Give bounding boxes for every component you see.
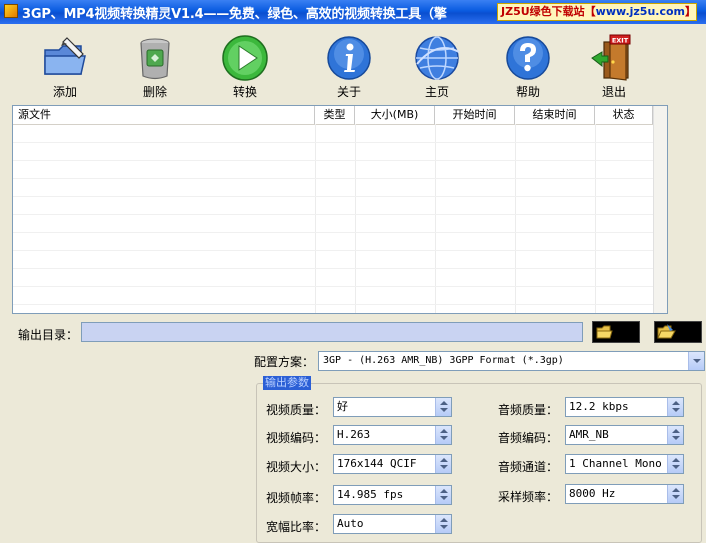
watermark-suffix: 】 <box>685 5 696 18</box>
open-folder-button[interactable] <box>654 321 702 343</box>
browse-folder-icon <box>596 325 613 339</box>
grid-line <box>355 124 356 313</box>
grid-line <box>435 124 436 313</box>
about-label: 关于 <box>336 85 361 99</box>
grid-line <box>515 124 516 313</box>
file-list-table[interactable]: 源文件 类型 大小(MB) 开始时间 结束时间 状态 <box>12 105 668 314</box>
globe-icon <box>413 34 461 82</box>
window-title: 3GP、MP4视频转换精灵V1.4——免费、绿色、高效的视频转换工具（擎 <box>22 7 447 22</box>
audio-quality-value: 12.2 kbps <box>569 400 629 413</box>
video-quality-select[interactable]: 好 <box>333 397 452 417</box>
config-scheme-label: 配置方案： <box>254 355 315 369</box>
audio-channel-select[interactable]: 1 Channel Mono <box>565 454 684 474</box>
spinner-icon[interactable] <box>435 398 451 416</box>
audio-quality-select[interactable]: 12.2 kbps <box>565 397 684 417</box>
output-params-title: 输出参数 <box>263 376 311 390</box>
spinner-icon[interactable] <box>435 426 451 444</box>
video-size-value: 176x144 QCIF <box>337 457 417 470</box>
homepage-label: 主页 <box>424 85 449 99</box>
audio-codec-label: 音频编码： <box>498 431 559 445</box>
audio-quality-label: 音频质量： <box>498 403 559 417</box>
watermark-prefix: JZ5U绿色下载站【 <box>501 5 596 18</box>
browse-folder-button[interactable] <box>592 321 640 343</box>
add-folder-icon <box>41 34 89 82</box>
exit-label: 退出 <box>601 85 626 99</box>
spinner-icon[interactable] <box>435 455 451 473</box>
audio-codec-select[interactable]: AMR_NB <box>565 425 684 445</box>
convert-button[interactable]: 转换 <box>213 34 277 99</box>
spinner-icon[interactable] <box>667 455 683 473</box>
column-end-time[interactable]: 结束时间 <box>515 106 595 124</box>
homepage-button[interactable]: 主页 <box>405 34 469 99</box>
exit-button[interactable]: EXIT 退出 <box>582 34 646 99</box>
exit-door-icon: EXIT <box>590 34 638 82</box>
video-framerate-value: 14.985 fps <box>337 488 404 501</box>
spinner-icon[interactable] <box>667 398 683 416</box>
audio-codec-value: AMR_NB <box>569 428 609 441</box>
grid-line <box>13 160 653 161</box>
spinner-icon[interactable] <box>435 486 451 504</box>
video-codec-label: 视频编码： <box>266 431 327 445</box>
output-dir-input[interactable] <box>81 322 583 342</box>
video-quality-value: 好 <box>337 400 348 413</box>
audio-channel-value: 1 Channel Mono <box>569 457 662 470</box>
sample-rate-select[interactable]: 8000 Hz <box>565 484 684 504</box>
video-framerate-select[interactable]: 14.985 fps <box>333 485 452 505</box>
grid-line <box>13 268 653 269</box>
delete-label: 删除 <box>142 85 167 99</box>
chevron-down-icon[interactable] <box>688 352 704 370</box>
table-scrollbar[interactable] <box>653 106 667 313</box>
spinner-icon[interactable] <box>435 515 451 533</box>
add-button[interactable]: 添加 <box>33 34 97 99</box>
column-source-file[interactable]: 源文件 <box>13 106 315 124</box>
delete-button[interactable]: 删除 <box>123 34 187 99</box>
help-label: 帮助 <box>515 85 540 99</box>
column-type[interactable]: 类型 <box>315 106 355 124</box>
help-icon <box>504 34 552 82</box>
watermark-banner: JZ5U绿色下载站【www.jz5u.com】 <box>497 3 697 21</box>
column-size[interactable]: 大小(MB) <box>355 106 435 124</box>
audio-channel-label: 音频通道： <box>498 460 559 474</box>
aspect-ratio-value: Auto <box>337 517 364 530</box>
spinner-icon[interactable] <box>667 426 683 444</box>
sample-rate-label: 采样频率： <box>498 490 559 504</box>
grid-line <box>13 304 653 305</box>
grid-line <box>315 124 316 313</box>
spinner-icon[interactable] <box>667 485 683 503</box>
grid-line <box>13 178 653 179</box>
trash-bin-icon <box>131 34 179 82</box>
convert-label: 转换 <box>232 85 257 99</box>
output-dir-label: 输出目录： <box>18 328 79 342</box>
grid-line <box>13 250 653 251</box>
app-icon <box>4 4 18 18</box>
video-framerate-label: 视频帧率： <box>266 491 327 505</box>
config-scheme-value: 3GP - (H.263 AMR_NB) 3GPP Format (*.3gp) <box>323 355 564 366</box>
video-size-label: 视频大小： <box>266 460 327 474</box>
help-button[interactable]: 帮助 <box>496 34 560 99</box>
video-quality-label: 视频质量： <box>266 403 327 417</box>
info-icon <box>325 34 373 82</box>
watermark-url: www.jz5u.com <box>595 5 685 18</box>
grid-line <box>595 124 596 313</box>
grid-line <box>13 142 653 143</box>
sample-rate-value: 8000 Hz <box>569 487 616 500</box>
column-status[interactable]: 状态 <box>595 106 653 124</box>
exit-sign-text: EXIT <box>612 36 629 44</box>
add-label: 添加 <box>52 85 77 99</box>
config-scheme-select[interactable]: 3GP - (H.263 AMR_NB) 3GPP Format (*.3gp) <box>318 351 705 371</box>
aspect-ratio-select[interactable]: Auto <box>333 514 452 534</box>
column-start-time[interactable]: 开始时间 <box>435 106 515 124</box>
play-icon <box>221 34 269 82</box>
about-button[interactable]: 关于 <box>317 34 381 99</box>
grid-line <box>13 196 653 197</box>
grid-line <box>13 232 653 233</box>
video-size-select[interactable]: 176x144 QCIF <box>333 454 452 474</box>
aspect-ratio-label: 宽幅比率： <box>266 520 327 534</box>
table-header: 源文件 类型 大小(MB) 开始时间 结束时间 状态 <box>13 106 653 125</box>
video-codec-select[interactable]: H.263 <box>333 425 452 445</box>
grid-line <box>13 286 653 287</box>
grid-line <box>13 214 653 215</box>
video-codec-value: H.263 <box>337 428 371 441</box>
open-folder-icon <box>657 324 676 339</box>
